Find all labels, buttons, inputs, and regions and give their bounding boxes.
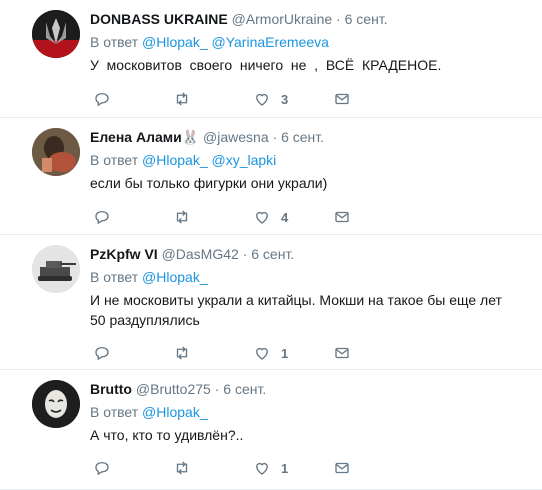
reply-icon bbox=[95, 211, 109, 225]
reply-button[interactable] bbox=[93, 343, 111, 363]
retweet-button[interactable] bbox=[173, 343, 191, 363]
message-icon bbox=[335, 211, 349, 223]
message-button[interactable] bbox=[333, 207, 351, 227]
reply-prefix: В ответ bbox=[90, 152, 139, 168]
reply-context: В ответ @Hlopak_ @xy_lapki bbox=[90, 151, 534, 170]
retweet-button[interactable] bbox=[173, 89, 191, 109]
avatar-image bbox=[32, 10, 80, 58]
reply-context: В ответ @Hlopak_ @YarinaEremeeva bbox=[90, 33, 534, 52]
timestamp[interactable]: 6 сент. bbox=[251, 246, 294, 262]
separator-dot: · bbox=[336, 11, 341, 27]
retweet-icon bbox=[176, 346, 188, 360]
tweet-text: А что, кто то удивлён?.. bbox=[90, 427, 244, 443]
like-icon bbox=[256, 211, 268, 224]
message-button[interactable] bbox=[333, 89, 351, 109]
separator-dot: · bbox=[214, 381, 220, 397]
retweet-button[interactable] bbox=[173, 207, 191, 227]
like-icon bbox=[256, 93, 268, 106]
rabbit-emoji: 🐰 bbox=[181, 129, 200, 145]
timestamp[interactable]: 6 сент. bbox=[345, 11, 388, 27]
like-icon bbox=[256, 347, 268, 360]
reply-context: В ответ @Hlopak_ bbox=[90, 403, 534, 422]
tweet-text: У московитов своего ничего не , ВСЁ КРАД… bbox=[90, 57, 442, 73]
tweet[interactable]: PzKpfw VI @DasMG42 · 6 сент. В ответ @Hl… bbox=[0, 235, 542, 370]
reply-prefix: В ответ bbox=[90, 34, 139, 50]
reply-button[interactable] bbox=[93, 458, 111, 478]
like-count: 1 bbox=[281, 460, 289, 476]
tweet-text: И не московиты украли а китайцы. Мокши н… bbox=[90, 292, 502, 328]
tweet[interactable]: Елена Алами🐰 @jawesna · 6 сент. В ответ … bbox=[0, 118, 542, 235]
like-count: 4 bbox=[281, 209, 289, 225]
like-count: 1 bbox=[281, 345, 289, 361]
reply-button[interactable] bbox=[93, 89, 111, 109]
retweet-icon bbox=[176, 92, 188, 106]
author-handle[interactable]: @ArmorUkraine bbox=[232, 11, 333, 27]
reply-context: В ответ @Hlopak_ bbox=[90, 268, 534, 287]
avatar[interactable] bbox=[32, 128, 80, 176]
reply-button[interactable] bbox=[93, 207, 111, 227]
avatar-image bbox=[32, 128, 80, 176]
tweet-text: если бы только фигурки они украли) bbox=[90, 175, 328, 191]
timestamp[interactable]: 6 сент. bbox=[281, 129, 324, 145]
reply-prefix: В ответ bbox=[90, 269, 139, 285]
like-icon bbox=[256, 462, 268, 475]
like-count: 3 bbox=[281, 91, 289, 107]
avatar[interactable] bbox=[32, 245, 80, 293]
like-button[interactable]: 1 bbox=[253, 458, 288, 478]
retweet-icon bbox=[176, 461, 188, 475]
like-button[interactable]: 4 bbox=[253, 207, 288, 227]
mention-link[interactable]: @Hlopak_ bbox=[142, 269, 208, 285]
avatar[interactable] bbox=[32, 380, 80, 428]
author-handle[interactable]: @jawesna bbox=[203, 129, 269, 145]
reply-icon bbox=[95, 347, 109, 361]
author-handle[interactable]: @Brutto275 bbox=[136, 381, 211, 397]
author-handle[interactable]: @DasMG42 bbox=[162, 246, 239, 262]
reply-icon bbox=[95, 93, 109, 107]
message-button[interactable] bbox=[333, 343, 351, 363]
separator-dot: · bbox=[272, 129, 278, 145]
retweet-icon bbox=[176, 210, 188, 224]
avatar-image bbox=[32, 245, 80, 293]
message-button[interactable] bbox=[333, 458, 351, 478]
mention-link[interactable]: @Hlopak_ bbox=[142, 404, 208, 420]
like-button[interactable]: 3 bbox=[253, 89, 288, 109]
reply-icon bbox=[95, 462, 109, 476]
mention-link[interactable]: @xy_lapki bbox=[212, 152, 277, 168]
avatar[interactable] bbox=[32, 10, 80, 58]
separator-dot: · bbox=[242, 246, 248, 262]
tweet[interactable]: Brutto @Brutto275 · 6 сент. В ответ @Hlo… bbox=[0, 370, 542, 490]
message-icon bbox=[335, 93, 349, 105]
tweet[interactable]: DONBASS UKRAINE @ArmorUkraine · 6 сент. … bbox=[0, 0, 542, 118]
reply-prefix: В ответ bbox=[90, 404, 139, 420]
like-button[interactable]: 1 bbox=[253, 343, 288, 363]
author-name[interactable]: PzKpfw VI bbox=[90, 246, 158, 262]
retweet-button[interactable] bbox=[173, 458, 191, 478]
author-name[interactable]: Brutto bbox=[90, 381, 132, 397]
author-name[interactable]: Елена Алами bbox=[90, 129, 182, 145]
message-icon bbox=[335, 347, 349, 359]
timestamp[interactable]: 6 сент. bbox=[223, 381, 266, 397]
mention-link[interactable]: @YarinaEremeeva bbox=[212, 34, 329, 50]
mention-link[interactable]: @Hlopak_ bbox=[142, 34, 208, 50]
mention-link[interactable]: @Hlopak_ bbox=[142, 152, 208, 168]
message-icon bbox=[335, 462, 349, 474]
avatar-image bbox=[32, 380, 80, 428]
author-name[interactable]: DONBASS UKRAINE bbox=[90, 11, 228, 27]
